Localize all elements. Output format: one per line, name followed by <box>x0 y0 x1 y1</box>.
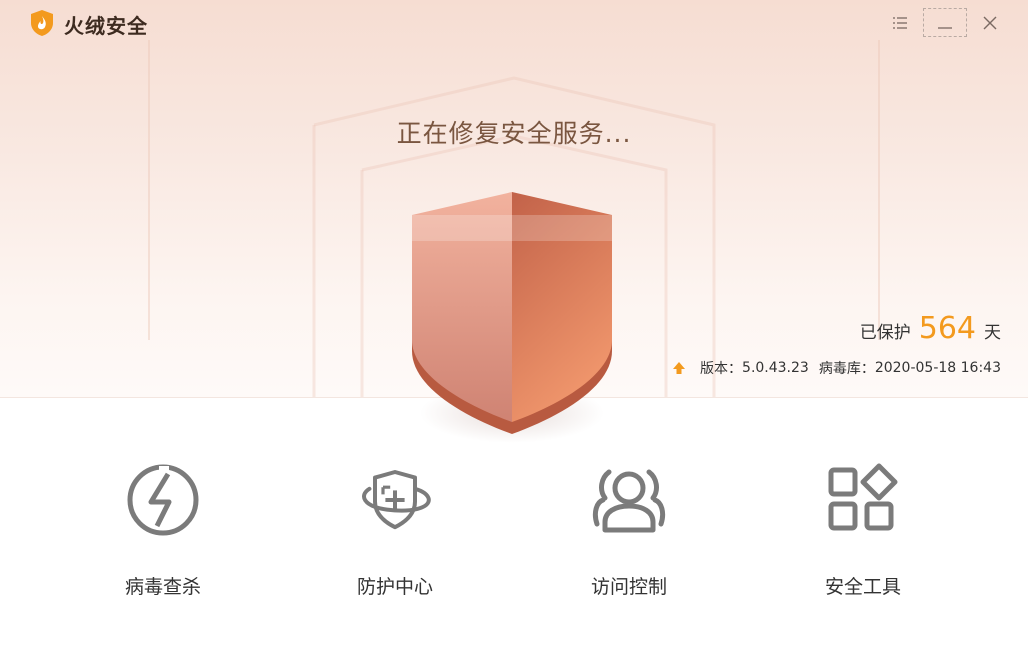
nav-security-tools-label: 安全工具 <box>824 576 901 598</box>
nav-access-control[interactable]: 访问控制 <box>544 460 714 610</box>
protection-days: 已保护 564 天 <box>860 311 1001 346</box>
minimize-icon <box>938 26 952 29</box>
title-bar: 火绒安全 <box>0 0 1028 46</box>
protected-prefix: 已保护 <box>859 323 911 343</box>
virus-db-label: 病毒库： <box>818 361 875 377</box>
menu-button[interactable] <box>878 8 922 37</box>
nav-protection-center-label: 防护中心 <box>356 576 433 598</box>
close-button[interactable] <box>968 8 1012 37</box>
protected-suffix: 天 <box>984 323 1001 343</box>
shield-plus-icon <box>362 470 431 530</box>
virus-db-date: 2020-05-18 16:43 <box>874 360 1001 376</box>
decor-line <box>148 40 150 340</box>
users-icon <box>592 469 666 533</box>
nav-access-control-label: 访问控制 <box>590 576 667 598</box>
menu-icon <box>893 16 907 29</box>
huorong-logo-icon <box>31 10 53 36</box>
nav-virus-scan-label: 病毒查杀 <box>124 576 201 598</box>
main-window: 火绒安全 正在修复安全服务... 已保护 564 天 版本： 5.0.43.23… <box>0 0 1028 672</box>
version-label: 版本： <box>700 361 743 377</box>
upgrade-arrow-icon[interactable] <box>672 361 686 375</box>
protected-days-count: 564 <box>918 311 976 346</box>
nav-virus-scan[interactable]: 病毒查杀 <box>78 460 248 610</box>
nav-protection-center[interactable]: 防护中心 <box>310 460 480 610</box>
decor-line <box>878 40 880 340</box>
shield-icon <box>412 192 612 443</box>
app-title: 火绒安全 <box>64 14 148 38</box>
status-title: 正在修复安全服务... <box>396 119 632 148</box>
apps-icon <box>828 463 898 531</box>
minimize-button[interactable] <box>923 8 967 37</box>
version-info: 版本： 5.0.43.23 病毒库： 2020-05-18 16:43 <box>672 358 1001 378</box>
nav-security-tools[interactable]: 安全工具 <box>778 460 948 610</box>
version-number: 5.0.43.23 <box>742 360 809 376</box>
lightning-circle-icon <box>127 464 199 536</box>
close-icon <box>983 16 997 29</box>
